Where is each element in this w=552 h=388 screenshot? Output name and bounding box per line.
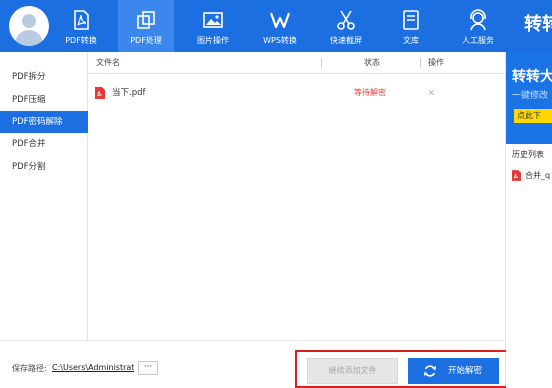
nav-label: 人工服务 <box>462 36 494 45</box>
nav-library[interactable]: 文库 <box>382 0 440 52</box>
add-more-files-button[interactable]: 继续添加文件 <box>307 358 398 384</box>
column-header-action: 操作 <box>428 58 444 67</box>
history-list-title: 历史列表 <box>512 150 544 159</box>
pdf-file-icon <box>95 87 105 99</box>
avatar-body <box>15 30 43 46</box>
pdf-icon <box>74 10 89 30</box>
browse-folder-button[interactable]: ··· <box>138 361 158 375</box>
promo-banner[interactable]: 转转大 一键修改 点此下 <box>506 52 552 144</box>
nav-pdf-process[interactable]: PDF处理 <box>118 0 174 52</box>
scissors-icon <box>337 10 355 30</box>
sidebar: PDF拆分 PDF压缩 PDF密码解除 PDF合并 PDF分割 <box>0 52 88 388</box>
nav-label: 图片操作 <box>197 36 229 45</box>
column-divider <box>321 58 322 68</box>
start-decrypt-label: 开始解密 <box>448 366 483 376</box>
sidebar-item-label: PDF分割 <box>12 162 46 172</box>
save-path-label: 保存路径: <box>12 364 47 373</box>
user-avatar[interactable] <box>9 6 49 46</box>
right-panel: 转转大 一键修改 点此下 历史列表 合并_q <box>506 52 552 388</box>
promo-download-button[interactable]: 点此下 <box>514 109 552 123</box>
nav-label: 文库 <box>403 36 419 45</box>
sidebar-item-label: PDF拆分 <box>12 72 46 82</box>
promo-subtitle: 一键修改 <box>512 91 549 101</box>
column-header-status: 状态 <box>364 58 380 67</box>
column-divider <box>420 58 421 68</box>
nav-label: PDF处理 <box>130 36 162 45</box>
library-icon <box>403 10 419 30</box>
sidebar-item-pdf-password-remove[interactable]: PDF密码解除 <box>0 111 88 133</box>
sidebar-item-pdf-divide[interactable]: PDF分割 <box>0 156 88 178</box>
table-row[interactable]: 当下.pdf 等待解密 × <box>88 82 505 104</box>
nav-screenshot[interactable]: 快速截屏 <box>317 0 375 52</box>
pages-icon <box>137 11 155 29</box>
nav-pdf-convert[interactable]: PDF转换 <box>52 0 110 52</box>
file-table-header: 文件名 状态 操作 <box>88 52 505 74</box>
nav-image-ops[interactable]: 图片操作 <box>184 0 242 52</box>
file-name: 当下.pdf <box>112 88 146 98</box>
wps-icon <box>269 12 291 29</box>
sidebar-item-label: PDF密码解除 <box>12 117 63 127</box>
nav-label: PDF转换 <box>65 36 97 45</box>
history-item[interactable]: 合并_q <box>512 169 552 183</box>
nav-label: WPS转换 <box>263 36 297 45</box>
top-navigation-bar: PDF转换 PDF处理 图片操作 WPS转换 快速截屏 文库 人工服务 转转 <box>0 0 552 52</box>
nav-support[interactable]: 人工服务 <box>448 0 508 52</box>
sidebar-item-pdf-split[interactable]: PDF拆分 <box>0 66 88 88</box>
sidebar-item-label: PDF合并 <box>12 139 46 149</box>
save-path-link[interactable]: C:\Users\Administrat <box>52 363 134 372</box>
history-item-name: 合并_q <box>525 171 551 180</box>
support-icon <box>470 9 486 31</box>
refresh-icon <box>423 365 437 377</box>
avatar-head <box>22 14 36 28</box>
brand-logo-text: 转转 <box>524 14 552 35</box>
image-icon <box>203 12 223 28</box>
column-header-filename: 文件名 <box>96 58 120 67</box>
nav-wps-convert[interactable]: WPS转换 <box>250 0 310 52</box>
promo-title: 转转大 <box>512 69 552 85</box>
sidebar-item-label: PDF压缩 <box>12 95 46 105</box>
remove-file-button[interactable]: × <box>428 82 435 104</box>
nav-label: 快速截屏 <box>330 36 362 45</box>
sidebar-item-pdf-merge[interactable]: PDF合并 <box>0 133 88 155</box>
pdf-file-icon <box>512 170 521 181</box>
sidebar-item-pdf-compress[interactable]: PDF压缩 <box>0 89 88 111</box>
start-decrypt-button[interactable]: 开始解密 <box>408 358 499 384</box>
file-status: 等待解密 <box>354 88 386 97</box>
